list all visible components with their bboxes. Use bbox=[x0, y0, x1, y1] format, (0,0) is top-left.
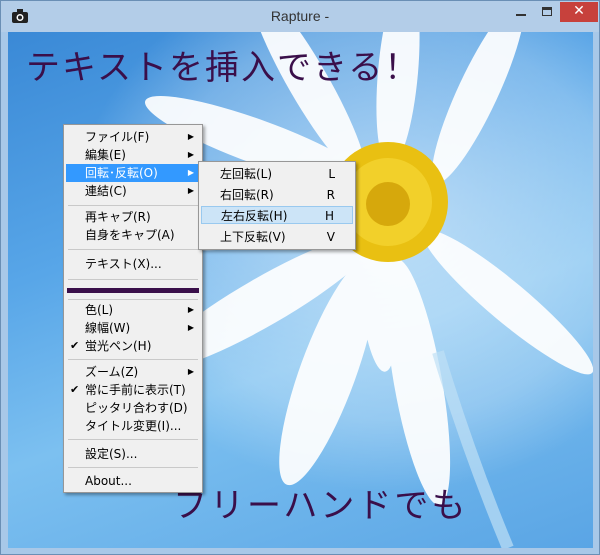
submenu-item-flip-vertical[interactable]: 上下反転(V) V bbox=[201, 228, 353, 246]
menu-item-text[interactable]: テキスト(X)... bbox=[66, 255, 200, 273]
maximize-button[interactable] bbox=[534, 2, 560, 22]
submenu-item-rotate-left[interactable]: 左回転(L) L bbox=[201, 165, 353, 183]
menu-item-label: 線幅(W) bbox=[85, 321, 131, 335]
submenu-arrow-icon: ▶ bbox=[187, 150, 194, 159]
menu-separator bbox=[68, 249, 198, 250]
menu-item-label: 編集(E) bbox=[85, 148, 126, 162]
menu-item-label: ファイル(F) bbox=[85, 130, 150, 144]
menu-item-recapture[interactable]: 再キャプ(R) bbox=[66, 208, 200, 226]
menu-separator bbox=[68, 439, 198, 440]
menu-item-label: 設定(S)... bbox=[85, 447, 138, 461]
menu-item-settings[interactable]: 設定(S)... bbox=[66, 445, 200, 463]
menu-item-always-on-top[interactable]: ✔ 常に手前に表示(T) bbox=[66, 381, 200, 399]
menu-item-edit[interactable]: 編集(E) ▶ bbox=[66, 146, 200, 164]
submenu-arrow-icon: ▶ bbox=[187, 186, 194, 195]
menu-item-join[interactable]: 連結(C) ▶ bbox=[66, 182, 200, 200]
title-bar[interactable]: Rapture - ✕ bbox=[1, 1, 599, 32]
menu-item-label: 連結(C) bbox=[85, 184, 127, 198]
menu-item-label: ズーム(Z) bbox=[85, 365, 139, 379]
menu-item-fit[interactable]: ピッタリ合わす(D) bbox=[66, 399, 200, 417]
menu-separator bbox=[68, 279, 198, 280]
menu-item-label: 右回転(R) bbox=[220, 188, 274, 202]
shortcut-key: H bbox=[324, 209, 334, 223]
shortcut-key: R bbox=[326, 188, 335, 202]
submenu-item-flip-horizontal[interactable]: 左右反転(H) H bbox=[201, 206, 353, 224]
menu-item-label: 自身をキャプ(A) bbox=[85, 228, 175, 242]
submenu-arrow-icon: ▶ bbox=[187, 305, 194, 314]
shortcut-key: V bbox=[326, 230, 335, 244]
menu-separator bbox=[68, 359, 198, 360]
menu-item-line-width[interactable]: 線幅(W) ▶ bbox=[66, 319, 200, 337]
app-window: Rapture - ✕ テキストを挿入できる！ フリーハンドでも ファイル(F)… bbox=[0, 0, 600, 555]
close-icon: ✕ bbox=[573, 3, 585, 19]
menu-item-label: 上下反転(V) bbox=[220, 230, 286, 244]
menu-item-label: 常に手前に表示(T) bbox=[85, 383, 186, 397]
menu-item-label: 色(L) bbox=[85, 303, 114, 317]
menu-item-label: 左右反転(H) bbox=[221, 209, 288, 223]
checkmark-icon: ✔ bbox=[70, 339, 80, 352]
minimize-button[interactable] bbox=[508, 2, 534, 22]
menu-separator bbox=[68, 467, 198, 468]
menu-item-rotate-flip[interactable]: 回転･反転(O) ▶ bbox=[66, 164, 200, 182]
rotate-flip-submenu: 左回転(L) L 右回転(R) R 左右反転(H) H 上下反転(V) V bbox=[198, 161, 356, 250]
submenu-item-rotate-right[interactable]: 右回転(R) R bbox=[201, 186, 353, 204]
menu-item-capture-self[interactable]: 自身をキャプ(A) bbox=[66, 226, 200, 244]
submenu-arrow-icon: ▶ bbox=[187, 323, 194, 332]
current-color-swatch bbox=[67, 288, 199, 293]
menu-item-label: タイトル変更(I)... bbox=[85, 419, 182, 433]
menu-item-file[interactable]: ファイル(F) ▶ bbox=[66, 128, 200, 146]
submenu-arrow-icon: ▶ bbox=[187, 132, 194, 141]
menu-item-label: About... bbox=[85, 474, 132, 488]
close-button[interactable]: ✕ bbox=[560, 2, 598, 22]
menu-item-highlighter[interactable]: ✔ 蛍光ペン(H) bbox=[66, 337, 200, 355]
menu-item-change-title[interactable]: タイトル変更(I)... bbox=[66, 417, 200, 435]
menu-item-label: 回転･反転(O) bbox=[85, 166, 158, 180]
minimize-icon bbox=[516, 14, 526, 16]
handwritten-text-top: テキストを挿入できる！ bbox=[26, 48, 421, 88]
menu-item-label: テキスト(X)... bbox=[85, 257, 162, 271]
submenu-arrow-icon: ▶ bbox=[187, 168, 194, 177]
menu-separator bbox=[68, 299, 198, 300]
menu-item-label: 再キャプ(R) bbox=[85, 210, 151, 224]
context-menu: ファイル(F) ▶ 編集(E) ▶ 回転･反転(O) ▶ 連結(C) ▶ 再キャプ(R)… bbox=[63, 124, 203, 493]
maximize-icon bbox=[542, 7, 552, 16]
menu-item-about[interactable]: About... bbox=[66, 472, 200, 490]
menu-item-color[interactable]: 色(L) ▶ bbox=[66, 301, 200, 319]
menu-item-label: 左回転(L) bbox=[220, 167, 273, 181]
handwritten-text-bottom: フリーハンドでも bbox=[173, 486, 469, 526]
menu-separator bbox=[68, 205, 198, 206]
shortcut-key: L bbox=[328, 167, 335, 181]
menu-item-label: 蛍光ペン(H) bbox=[85, 339, 152, 353]
submenu-arrow-icon: ▶ bbox=[187, 367, 194, 376]
menu-item-zoom[interactable]: ズーム(Z) ▶ bbox=[66, 363, 200, 381]
checkmark-icon: ✔ bbox=[70, 383, 80, 396]
menu-item-label: ピッタリ合わす(D) bbox=[85, 401, 188, 415]
